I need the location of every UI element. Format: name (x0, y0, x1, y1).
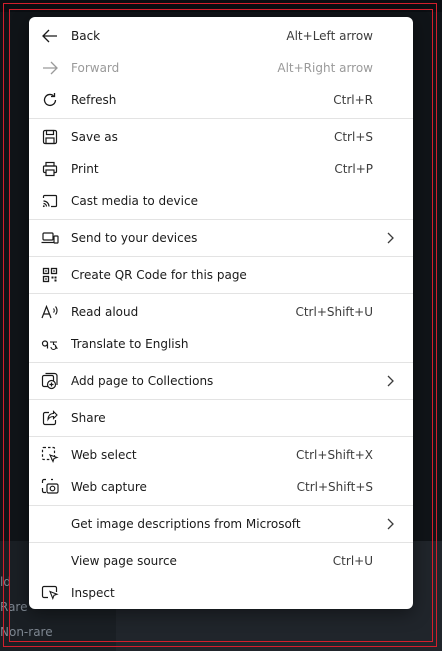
menu-separator (29, 118, 413, 119)
menu-item-shortcut: Ctrl+S (333, 130, 373, 144)
menu-item-shortcut: Alt+Right arrow (277, 61, 373, 75)
menu-item-shortcut: Ctrl+Shift+S (296, 480, 373, 494)
menu-item-add-to-collections[interactable]: Add page to Collections (29, 365, 413, 397)
menu-item-shortcut: Ctrl+P (334, 162, 373, 176)
menu-item-back[interactable]: Back Alt+Left arrow (29, 20, 413, 52)
menu-item-shortcut: Ctrl+U (332, 554, 373, 568)
menu-item-label: Print (71, 162, 99, 176)
arrow-right-icon (41, 60, 59, 76)
menu-item-shortcut: Ctrl+Shift+X (296, 448, 373, 462)
web-capture-icon (41, 478, 59, 495)
menu-item-label: Get image descriptions from Microsoft (71, 517, 301, 531)
menu-item-label: Inspect (71, 586, 115, 600)
menu-separator (29, 505, 413, 506)
menu-item-shortcut: Ctrl+Shift+U (295, 305, 373, 319)
menu-item-translate[interactable]: Translate to English (29, 328, 413, 360)
menu-separator (29, 256, 413, 257)
chevron-right-icon (385, 374, 395, 388)
menu-item-refresh[interactable]: Refresh Ctrl+R (29, 84, 413, 116)
collections-add-icon (41, 372, 59, 390)
menu-item-label: Save as (71, 130, 118, 144)
context-menu: Back Alt+Left arrow Forward Alt+Right ar… (29, 17, 413, 609)
menu-item-print[interactable]: Print Ctrl+P (29, 153, 413, 185)
menu-item-cast[interactable]: Cast media to device (29, 185, 413, 217)
background-label: Non-rare (0, 625, 53, 639)
menu-separator (29, 436, 413, 437)
menu-item-label: Back (71, 29, 101, 43)
chevron-right-icon (385, 231, 395, 245)
web-select-icon (41, 446, 59, 463)
inspect-icon (41, 585, 59, 601)
cast-icon (41, 193, 59, 209)
menu-item-shortcut: Ctrl+R (333, 93, 373, 107)
qr-code-icon (41, 267, 59, 283)
menu-separator (29, 219, 413, 220)
menu-item-read-aloud[interactable]: Read aloud Ctrl+Shift+U (29, 296, 413, 328)
devices-icon (41, 230, 59, 246)
menu-item-label: Forward (71, 61, 120, 75)
save-icon (41, 129, 59, 145)
menu-item-label: Translate to English (71, 337, 189, 351)
menu-item-label: Send to your devices (71, 231, 198, 245)
menu-item-web-capture[interactable]: Web capture Ctrl+Shift+S (29, 471, 413, 503)
menu-item-label: View page source (71, 554, 177, 568)
menu-separator (29, 293, 413, 294)
menu-item-share[interactable]: Share (29, 402, 413, 434)
share-icon (41, 410, 59, 426)
menu-separator (29, 362, 413, 363)
menu-item-label: Read aloud (71, 305, 139, 319)
menu-item-shortcut: Alt+Left arrow (286, 29, 373, 43)
menu-separator (29, 399, 413, 400)
menu-item-label: Web select (71, 448, 137, 462)
menu-item-label: Web capture (71, 480, 147, 494)
menu-item-label: Add page to Collections (71, 374, 214, 388)
translate-icon (41, 336, 59, 352)
menu-item-label: Cast media to device (71, 194, 198, 208)
menu-item-image-descriptions[interactable]: Get image descriptions from Microsoft (29, 508, 413, 540)
menu-item-inspect[interactable]: Inspect (29, 577, 413, 609)
menu-item-send-to-devices[interactable]: Send to your devices (29, 222, 413, 254)
refresh-icon (41, 92, 59, 108)
background-top-strip (0, 0, 442, 12)
menu-item-label: Refresh (71, 93, 117, 107)
menu-item-view-source[interactable]: View page source Ctrl+U (29, 545, 413, 577)
menu-item-forward[interactable]: Forward Alt+Right arrow (29, 52, 413, 84)
arrow-left-icon (41, 28, 59, 44)
menu-item-label: Create QR Code for this page (71, 268, 247, 282)
menu-item-save-as[interactable]: Save as Ctrl+S (29, 121, 413, 153)
menu-item-qr-code[interactable]: Create QR Code for this page (29, 259, 413, 291)
menu-item-label: Share (71, 411, 106, 425)
printer-icon (41, 161, 59, 177)
read-aloud-icon (41, 304, 59, 320)
chevron-right-icon (385, 517, 395, 531)
menu-separator (29, 542, 413, 543)
menu-item-web-select[interactable]: Web select Ctrl+Shift+X (29, 439, 413, 471)
